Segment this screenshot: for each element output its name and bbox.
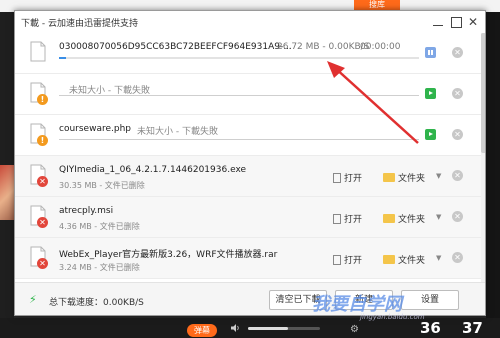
remove-button[interactable]: ✕ [452,211,463,222]
download-row[interactable]: 030008070056D95CC63BC72BEEFCF964E931A9-.… [15,33,485,74]
error-icon: ✕ [37,217,48,228]
file-meta: 30.35 MB - 文件已删除 [59,181,145,190]
list-scrollbar[interactable] [481,33,485,282]
remove-button[interactable]: ✕ [452,47,463,58]
download-row[interactable]: ✕ QIYImedia_1_06_4.2.1.7.1446201936.exe … [15,156,485,197]
remaining-time: 00:00:00 [360,42,401,52]
file-open-icon [333,173,341,183]
download-dialog: 下載 - 云加速由迅雷提供支持 ✕ 030008070056D95CC63BC7… [14,10,486,316]
video-player-controls: 弹幕 ⚙ 36 37 [0,318,500,338]
download-row[interactable]: ✕ WebEx_Player官方最新版3.26，WRF文件播放器.rar 3.2… [15,238,485,279]
warning-icon: ! [37,94,48,105]
folder-label: 文件夹 [398,174,426,184]
volume-slider-fill [248,327,288,330]
error-icon: ✕ [37,176,48,187]
open-file-button[interactable]: 打开 [333,171,362,184]
file-name: QIYImedia_1_06_4.2.1.7.1446201936.exe [59,165,247,175]
chevron-down-icon[interactable]: ▼ [436,254,441,262]
open-folder-button[interactable]: 文件夹 [383,253,425,266]
watermark-url: jingyan.baidu.com [360,313,425,321]
file-size-speed: 26.72 MB - 0.00KB/S [277,42,370,52]
folder-label: 文件夹 [398,215,426,225]
download-progress-bar [59,57,419,59]
danmu-button[interactable]: 弹幕 [187,324,217,337]
resume-button[interactable] [425,129,436,140]
open-file-button[interactable]: 打开 [333,212,362,225]
failed-progress-line [59,139,419,140]
warning-icon: ! [37,135,48,146]
volume-slider[interactable] [248,327,320,330]
folder-icon [383,173,395,182]
download-row[interactable]: ✕ atrecply.msi 4.36 MB - 文件已删除 打开 文件夹 ▼ … [15,197,485,238]
download-row[interactable]: ! 未知大小 - 下載失敗 ✕ [15,74,485,115]
folder-icon [383,214,395,223]
file-meta: 3.24 MB - 文件已删除 [59,263,140,272]
download-row[interactable]: ! courseware.php 未知大小 - 下載失敗 ✕ [15,115,485,156]
file-name: 030008070056D95CC63BC72BEEFCF964E931A9-.… [59,42,292,52]
dialog-title: 下載 - 云加速由迅雷提供支持 [21,19,138,29]
remove-button[interactable]: ✕ [452,170,463,181]
folder-icon [383,255,395,264]
resume-button[interactable] [425,88,436,99]
file-meta: 4.36 MB - 文件已删除 [59,222,140,231]
background-search-button[interactable]: 搜库 [354,0,400,10]
open-label: 打开 [344,215,363,225]
close-button[interactable]: ✕ [466,15,480,29]
open-label: 打开 [344,174,363,184]
failed-progress-line [59,95,419,96]
chevron-down-icon[interactable]: ▼ [436,213,441,221]
total-speed: 总下载速度：0.00KB/S [49,298,144,308]
dialog-titlebar[interactable]: 下載 - 云加速由迅雷提供支持 ✕ [15,11,485,33]
error-icon: ✕ [37,258,48,269]
file-open-icon [333,214,341,224]
lightning-icon: ⚡ [29,293,37,306]
open-label: 打开 [344,256,363,266]
open-file-button[interactable]: 打开 [333,253,362,266]
settings-button[interactable]: 设置 [401,290,459,310]
file-open-icon [333,255,341,265]
failed-status: 未知大小 - 下載失敗 [137,127,218,137]
episode-number-right[interactable]: 37 [462,319,483,337]
folder-label: 文件夹 [398,256,426,266]
file-name: WebEx_Player官方最新版3.26，WRF文件播放器.rar [59,250,278,260]
maximize-button[interactable] [449,15,463,29]
remove-button[interactable]: ✕ [452,129,463,140]
download-list: 030008070056D95CC63BC72BEEFCF964E931A9-.… [15,33,485,282]
file-icon [30,41,46,62]
gear-icon[interactable]: ⚙ [350,324,359,335]
file-name: atrecply.msi [59,206,114,216]
open-folder-button[interactable]: 文件夹 [383,212,425,225]
remove-button[interactable]: ✕ [452,252,463,263]
volume-icon[interactable] [230,323,240,333]
background-right-panel [486,12,500,322]
file-name: courseware.php [59,124,131,134]
pause-button[interactable] [425,47,436,58]
episode-number-left[interactable]: 36 [420,319,441,337]
download-progress-fill [59,57,67,59]
open-folder-button[interactable]: 文件夹 [383,171,425,184]
scrollbar-thumb[interactable] [481,33,485,153]
remove-button[interactable]: ✕ [452,88,463,99]
minimize-button[interactable] [431,15,445,29]
dialog-footer: ⚡ 总下载速度：0.00KB/S 清空已下載 新建 设置 [15,282,485,315]
chevron-down-icon[interactable]: ▼ [436,172,441,180]
